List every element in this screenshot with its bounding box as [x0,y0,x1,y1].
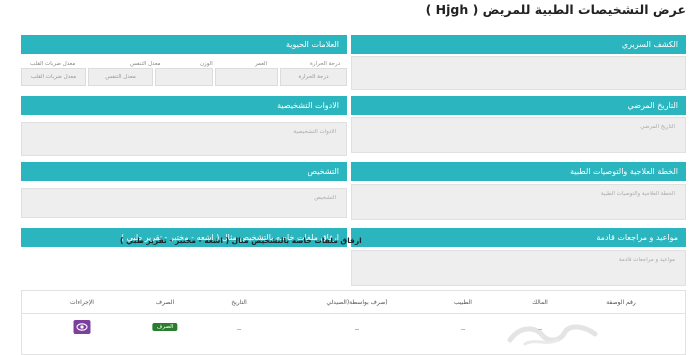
attachments-note: ارفاق ملفات خاصه بالتشخيص مثال ( اشعه - … [120,236,362,245]
header-dispense-status: الصرف [155,299,175,306]
weight-label: الوزن [200,61,213,67]
heart-rate-label: معدل ضربات القلب [30,61,76,67]
age-label: العمر [255,61,268,67]
status-badge: الصرف [152,323,178,331]
diagnostic-tools-header: الادوات التشخيصية [21,96,347,115]
header-doctor: الطبيب [454,299,472,306]
header-dispensed-by: (صرف بواسطة(الصيدلي [326,299,388,306]
medical-history-textarea[interactable]: التاريخ المرضي [351,117,686,153]
haraj-watermark-logo [507,324,598,346]
treatment-plan-textarea[interactable]: الخطة العلاجية والتوصيات الطبية [351,184,686,220]
diagnosis-textarea[interactable]: التشخيص [21,188,347,218]
table-divider [22,313,685,314]
appointments-textarea[interactable]: مواعيد و مراجعات قادمة [351,250,686,286]
clinical-exam-header: الكشف السريري [351,35,686,54]
eye-icon [76,323,88,331]
cell-doctor: -- [460,326,466,333]
header-prescription-number: رقم الوصفة [606,299,636,306]
age-field[interactable] [215,68,278,86]
diagnostic-tools-textarea[interactable]: الادوات التشخيصية [21,122,347,156]
respiration-field[interactable]: معدل التنفس [88,68,153,86]
header-actions: الإجراءات [70,299,94,306]
treatment-plan-header: الخطة العلاجية والتوصيات الطبية [351,162,686,181]
respiration-label: معدل التنفس [130,61,161,67]
weight-field[interactable] [155,68,213,86]
heart-rate-field[interactable]: معدل ضربات القلب [21,68,86,86]
diagnosis-header: التشخيص [21,162,347,181]
vital-signs-header: العلامات الحيوية [21,35,347,54]
cell-dispensed-by: -- [354,326,360,333]
medical-history-header: التاريخ المرضي [351,96,686,115]
clinical-exam-textarea[interactable] [351,56,686,90]
temperature-label: درجة الحرارة [310,61,341,67]
header-owner: المالك [532,299,548,306]
view-button[interactable] [73,320,91,334]
cell-date: -- [236,326,242,333]
header-date: التاريخ [231,299,247,306]
appointments-header: مواعيد و مراجعات قادمة [351,228,686,247]
temperature-field[interactable]: درجة الحرارة [280,68,347,86]
page-title: عرض التشخيصات الطبية للمريض ( Hjgh ) [425,2,686,17]
